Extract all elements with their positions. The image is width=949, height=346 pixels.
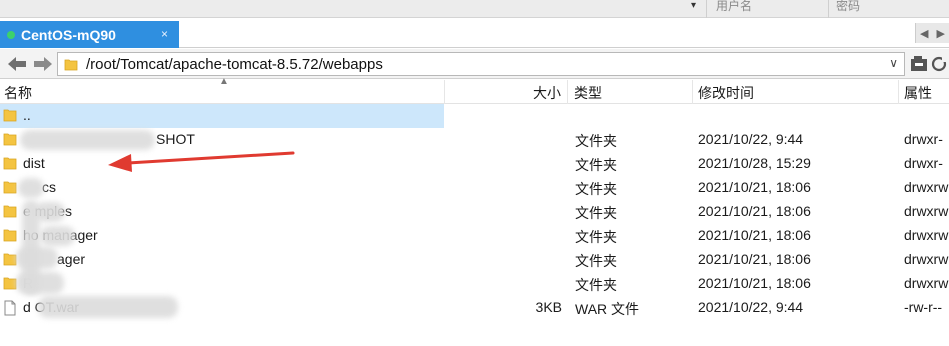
table-row[interactable]: ho manager 文件夹 2021/10/21, 18:06 drwxrw [0, 224, 949, 248]
table-row[interactable]: e mples 文件夹 2021/10/21, 18:06 drwxrw [0, 200, 949, 224]
redaction-blur [18, 178, 44, 198]
column-header-type[interactable]: 类型 [574, 83, 602, 103]
file-attributes: drwxr- [904, 155, 943, 171]
address-toolbar: /root/Tomcat/apache-tomcat-8.5.72/webapp… [0, 49, 949, 79]
file-attributes: drwxrw [904, 275, 949, 291]
table-row[interactable]: ager 文件夹 2021/10/21, 18:06 drwxrw [0, 248, 949, 272]
column-header-attributes[interactable]: 属性 [904, 83, 932, 103]
tab-prev-icon[interactable]: ◀ [920, 27, 928, 40]
file-modified: 2021/10/21, 18:06 [698, 275, 811, 291]
folder-icon [3, 133, 17, 146]
column-header-name[interactable]: 名称 [4, 83, 32, 103]
file-modified: 2021/10/21, 18:06 [698, 251, 811, 267]
session-tab-bar: CentOS-mQ90 × ◀ ▶ [0, 18, 949, 48]
table-row[interactable]: cs 文件夹 2021/10/21, 18:06 drwxrw [0, 176, 949, 200]
file-modified: 2021/10/21, 18:06 [698, 179, 811, 195]
column-header-modified[interactable]: 修改时间 [698, 83, 754, 103]
file-attributes: drwxrw [904, 227, 949, 243]
table-row[interactable]: R 文件夹 2021/10/21, 18:06 drwxrw [0, 272, 949, 296]
table-row[interactable]: .. [0, 104, 444, 128]
back-forward-icons [8, 57, 52, 71]
file-type: 文件夹 [575, 181, 617, 197]
sftp-file-browser: ▾ 用户名 密码 CentOS-mQ90 × ◀ ▶ /root/Tomcat/… [0, 0, 949, 346]
folder-icon [3, 181, 17, 194]
divider[interactable] [692, 80, 693, 104]
redaction-blur [38, 296, 178, 318]
divider[interactable] [444, 80, 445, 104]
file-list-header: ▲ 名称 大小 类型 修改时间 属性 [0, 76, 949, 104]
file-name: cs [42, 179, 56, 195]
file-name: .. [23, 107, 31, 123]
username-column-header: 用户名 [716, 0, 753, 13]
toolbar-icons [911, 56, 948, 72]
top-strip: ▾ 用户名 密码 [0, 0, 949, 18]
redaction-blur [22, 200, 40, 295]
file-name: SHOT [156, 131, 195, 147]
sort-ascending-icon: ▲ [219, 76, 229, 87]
folder-icon [3, 229, 17, 242]
file-attributes: drwxrw [904, 203, 949, 219]
redaction-blur [40, 226, 75, 246]
folder-icon [3, 109, 17, 122]
refresh-icon[interactable] [931, 56, 948, 72]
connection-status-icon [7, 30, 15, 39]
file-name: ager [57, 251, 86, 267]
file-type: 文件夹 [575, 133, 617, 149]
file-modified: 2021/10/21, 18:06 [698, 203, 811, 219]
file-type: 文件夹 [575, 277, 617, 293]
tab-centos-session[interactable]: CentOS-mQ90 × [0, 21, 179, 48]
file-attributes: -rw-r-- [904, 299, 943, 315]
new-folder-icon[interactable] [911, 56, 927, 71]
tab-title: CentOS-mQ90 [21, 26, 116, 43]
folder-icon [3, 205, 17, 218]
file-size: 3KB [535, 299, 562, 315]
column-header-size[interactable]: 大小 [533, 83, 561, 103]
tab-scroll-arrows: ◀ ▶ [915, 23, 949, 43]
chevron-down-icon[interactable]: ▾ [691, 0, 696, 11]
file-type: 文件夹 [575, 205, 617, 221]
password-column-header: 密码 [836, 0, 861, 13]
file-modified: 2021/10/22, 9:44 [698, 299, 804, 315]
file-name: dist [23, 155, 45, 171]
file-modified: 2021/10/21, 18:06 [698, 227, 811, 243]
file-attributes: drwxr- [904, 131, 943, 147]
current-path: /root/Tomcat/apache-tomcat-8.5.72/webapp… [86, 56, 383, 73]
folder-icon [3, 277, 17, 290]
redaction-blur [20, 130, 155, 150]
divider[interactable] [898, 80, 899, 104]
file-type: 文件夹 [575, 157, 617, 173]
file-modified: 2021/10/22, 9:44 [698, 131, 804, 147]
divider[interactable] [567, 80, 568, 104]
path-input[interactable]: /root/Tomcat/apache-tomcat-8.5.72/webapp… [57, 52, 905, 76]
table-row[interactable]: dist 文件夹 2021/10/28, 15:29 drwxr- [0, 152, 949, 176]
back-arrow-icon[interactable] [8, 57, 26, 71]
folder-icon [64, 59, 78, 71]
folder-icon [3, 253, 17, 266]
forward-arrow-icon[interactable] [34, 57, 52, 71]
file-modified: 2021/10/28, 15:29 [698, 155, 811, 171]
divider [828, 0, 829, 18]
tab-next-icon[interactable]: ▶ [937, 27, 945, 40]
file-type: 文件夹 [575, 253, 617, 269]
file-icon [4, 300, 16, 316]
file-type: WAR 文件 [575, 301, 640, 317]
divider [706, 0, 707, 18]
folder-icon [3, 157, 17, 170]
file-attributes: drwxrw [904, 251, 949, 267]
path-dropdown-icon[interactable]: ∨ [889, 56, 898, 70]
close-tab-icon[interactable]: × [161, 27, 168, 41]
file-type: 文件夹 [575, 229, 617, 245]
file-attributes: drwxrw [904, 179, 949, 195]
